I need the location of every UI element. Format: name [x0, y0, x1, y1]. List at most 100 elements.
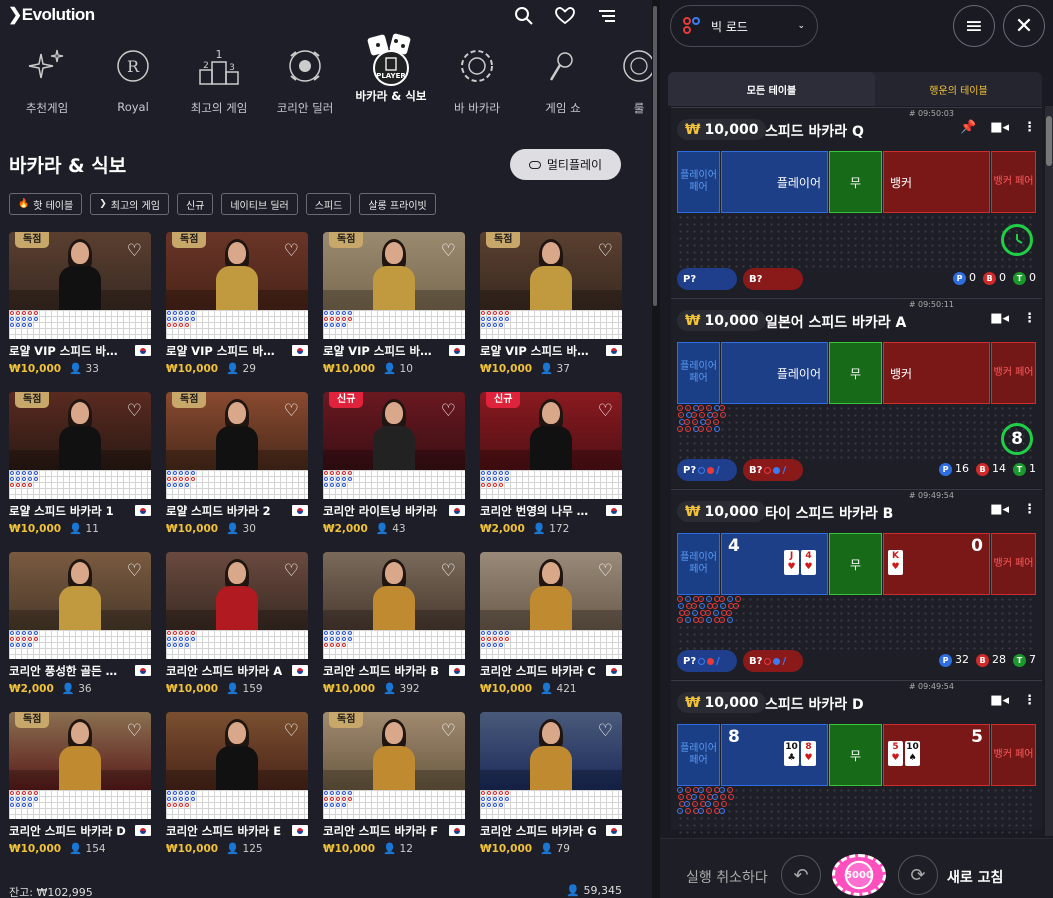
favorite-heart-icon[interactable]: ♡ — [598, 561, 613, 581]
favorite-heart-icon[interactable]: ♡ — [441, 721, 456, 741]
player-predict-button[interactable]: P? / — [677, 459, 737, 481]
table-thumbnail[interactable]: 신규 ♡ — [480, 392, 622, 499]
player-pair-bet[interactable]: 플레이어 페어 — [677, 151, 720, 213]
table-card[interactable]: ♡ 코리안 스피드 바카라 G ₩10,000 👤 79 — [480, 712, 622, 855]
player-predict-button[interactable]: P? — [677, 268, 737, 290]
table-thumbnail[interactable]: 독점 ♡ — [9, 712, 151, 819]
favorite-heart-icon[interactable]: ♡ — [598, 241, 613, 261]
tie-bet[interactable]: 무 — [829, 342, 882, 404]
favorite-heart-icon[interactable]: ♡ — [127, 241, 142, 261]
player-pair-bet[interactable]: 플레이어 페어 — [677, 533, 720, 595]
table-card[interactable]: 독점 ♡ 코리안 스피드 바카라 D ₩10,000 👤 154 — [9, 712, 151, 855]
heart-icon[interactable] — [554, 6, 576, 28]
banker-predict-button[interactable]: B? — [743, 268, 803, 290]
video-camera-icon[interactable]: ■◂ — [990, 693, 1009, 708]
table-thumbnail[interactable]: ♡ — [480, 552, 622, 659]
filter-chip[interactable]: 🔥 핫 테이블 — [9, 193, 83, 215]
table-card[interactable]: ♡ 코리안 스피드 바카라 A ₩10,000 👤 159 — [166, 552, 308, 695]
favorite-heart-icon[interactable]: ♡ — [598, 401, 613, 421]
banker-bet[interactable]: 뱅커 — [883, 342, 990, 404]
video-camera-icon[interactable]: ■◂ — [990, 120, 1009, 135]
table-card[interactable]: 독점 ♡ 로얄 스피드 바카라 2 ₩10,000 👤 30 — [166, 392, 308, 535]
player-pair-bet[interactable]: 플레이어 페어 — [677, 342, 720, 404]
filter-chip[interactable]: 네이티브 딜러 — [221, 193, 298, 215]
table-thumbnail[interactable]: ♡ — [480, 712, 622, 819]
table-thumbnail[interactable]: ♡ — [9, 552, 151, 659]
player-predict-button[interactable]: P? / — [677, 650, 737, 672]
banker-bet[interactable]: 55♥10♠뱅커 — [883, 724, 990, 786]
table-card[interactable]: 신규 ♡ 코리안 번영의 나무 바카라 ₩2,000 👤 172 — [480, 392, 622, 535]
table-card[interactable]: 독점 ♡ 코리안 스피드 바카라 F ₩10,000 👤 12 — [323, 712, 465, 855]
favorite-heart-icon[interactable]: ♡ — [598, 721, 613, 741]
category-dice-player[interactable]: PLAYER 바카라 & 식보 — [352, 33, 430, 104]
undo-icon[interactable]: ↶ — [781, 855, 821, 895]
menu-icon[interactable] — [596, 6, 618, 28]
multiplay-button[interactable]: 멀티플레이 — [510, 149, 621, 180]
player-pair-bet[interactable]: 플레이어 페어 — [677, 724, 720, 786]
pin-icon[interactable]: 📌 — [960, 120, 976, 135]
banker-pair-bet[interactable]: 뱅커 페어 — [991, 151, 1036, 213]
favorite-heart-icon[interactable]: ♡ — [284, 401, 299, 421]
banker-pair-bet[interactable]: 뱅커 페어 — [991, 724, 1036, 786]
favorite-heart-icon[interactable]: ♡ — [127, 721, 142, 741]
menu-lines-icon[interactable]: ≡ — [953, 5, 995, 47]
table-thumbnail[interactable]: 독점 ♡ — [9, 392, 151, 499]
refresh-icon[interactable]: ⟳ — [898, 855, 938, 895]
scrollbar[interactable] — [652, 0, 660, 898]
category-chip[interactable]: 바 바카라 — [438, 42, 516, 116]
favorite-heart-icon[interactable]: ♡ — [127, 401, 142, 421]
table-thumbnail[interactable]: 독점 ♡ — [166, 392, 308, 499]
table-card[interactable]: ♡ 코리안 풍성한 골든 바카라 ₩2,000 👤 36 — [9, 552, 151, 695]
favorite-heart-icon[interactable]: ♡ — [284, 721, 299, 741]
banker-predict-button[interactable]: B? / — [743, 459, 803, 481]
refresh-label[interactable]: 새로 고침 — [947, 867, 1003, 887]
table-card[interactable]: 독점 ♡ 로얄 VIP 스피드 바카라 ₩10,000 👤 10 — [323, 232, 465, 375]
category-podium[interactable]: 1 2 3 최고의 게임 — [180, 42, 258, 116]
more-vertical-icon[interactable]: ⋮ — [1023, 311, 1036, 326]
table-card[interactable]: 독점 ♡ 로얄 VIP 스피드 바카라 ₩10,000 👤 29 — [166, 232, 308, 375]
more-vertical-icon[interactable]: ⋮ — [1023, 693, 1036, 708]
table-card[interactable]: ♡ 코리안 스피드 바카라 E ₩10,000 👤 125 — [166, 712, 308, 855]
category-sparkle[interactable]: 추천게임 — [8, 42, 86, 116]
tie-bet[interactable]: 무 — [829, 151, 882, 213]
favorite-heart-icon[interactable]: ♡ — [284, 561, 299, 581]
video-camera-icon[interactable]: ■◂ — [990, 311, 1009, 326]
favorite-heart-icon[interactable]: ♡ — [127, 561, 142, 581]
table-thumbnail[interactable]: 독점 ♡ — [9, 232, 151, 339]
table-thumbnail[interactable]: 독점 ♡ — [323, 232, 465, 339]
favorite-heart-icon[interactable]: ♡ — [441, 561, 456, 581]
table-card[interactable]: 독점 ♡ 로얄 스피드 바카라 1 ₩10,000 👤 11 — [9, 392, 151, 535]
filter-chip[interactable]: ❯ 최고의 게임 — [90, 193, 169, 215]
filter-chip[interactable]: 신규 — [176, 193, 214, 215]
tab-lucky-tables[interactable]: 행운의 테이블 — [875, 72, 1042, 106]
table-thumbnail[interactable]: 신규 ♡ — [323, 392, 465, 499]
table-thumbnail[interactable]: ♡ — [323, 552, 465, 659]
banker-bet[interactable]: 뱅커 — [883, 151, 990, 213]
table-card[interactable]: ♡ 코리안 스피드 바카라 B ₩10,000 👤 392 — [323, 552, 465, 695]
search-icon[interactable] — [513, 6, 535, 28]
category-roulette[interactable]: 룰 — [600, 42, 652, 116]
chip-selector[interactable]: 5000 — [832, 854, 886, 896]
table-thumbnail[interactable]: ♡ — [166, 552, 308, 659]
table-card[interactable]: 독점 ♡ 로얄 VIP 스피드 바카라 ₩10,000 👤 37 — [480, 232, 622, 375]
road-selector[interactable]: 빅 로드 ⌄ — [670, 5, 818, 47]
tie-bet[interactable]: 무 — [829, 724, 882, 786]
favorite-heart-icon[interactable]: ♡ — [284, 241, 299, 261]
favorite-heart-icon[interactable]: ♡ — [441, 401, 456, 421]
favorite-heart-icon[interactable]: ♡ — [441, 241, 456, 261]
close-icon[interactable]: ✕ — [1003, 5, 1045, 47]
table-thumbnail[interactable]: 독점 ♡ — [323, 712, 465, 819]
player-bet[interactable]: 플레이어 — [721, 342, 828, 404]
more-vertical-icon[interactable]: ⋮ — [1023, 120, 1036, 135]
tab-all-tables[interactable]: 모든 테이블 — [668, 72, 875, 106]
table-card[interactable]: 신규 ♡ 코리안 라이트닝 바카라 ₩2,000 👤 43 — [323, 392, 465, 535]
table-thumbnail[interactable]: 독점 ♡ — [480, 232, 622, 339]
category-korea-flag[interactable]: 코리안 딜러 — [266, 42, 344, 116]
player-bet[interactable]: 810♣8♥플레이어 — [721, 724, 828, 786]
right-scrollbar[interactable] — [1045, 106, 1053, 836]
player-bet[interactable]: 4J♥4♥플레이어 — [721, 533, 828, 595]
banker-predict-button[interactable]: B? / — [743, 650, 803, 672]
category-royal-crest[interactable]: R Royal — [94, 42, 172, 114]
tie-bet[interactable]: 무 — [829, 533, 882, 595]
table-thumbnail[interactable]: 독점 ♡ — [166, 232, 308, 339]
